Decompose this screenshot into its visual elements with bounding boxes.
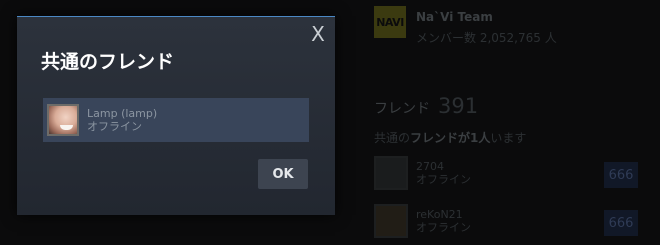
common-suffix: います <box>490 131 527 145</box>
friend-level-badge: 666 <box>604 162 638 188</box>
ok-button[interactable]: OK <box>258 159 308 189</box>
friend-avatar <box>374 156 408 190</box>
friend-status: オフライン <box>416 173 471 186</box>
friend-status: オフライン <box>416 221 471 234</box>
group-member-count: メンバー数 2,052,765 人 <box>416 31 557 45</box>
friend-status: オフライン <box>87 120 142 133</box>
friend-level-badge: 666 <box>604 210 638 236</box>
friend-name: reKoN21 <box>416 208 463 221</box>
friends-label: フレンド <box>374 101 430 117</box>
dialog-title: 共通のフレンド <box>41 51 175 73</box>
friends-header[interactable]: フレンド 391 <box>374 94 478 118</box>
common-friends-line[interactable]: 共通のフレンドが1人います <box>374 129 526 146</box>
friend-avatar <box>374 204 408 238</box>
avatar <box>47 104 79 136</box>
close-icon[interactable]: X <box>309 24 327 44</box>
common-count: フレンドが1人 <box>410 131 491 145</box>
group-name[interactable]: Na`Vi Team <box>416 10 493 24</box>
friend-row[interactable]: reKoN21 オフライン <box>374 204 471 238</box>
friends-count: 391 <box>438 94 479 118</box>
friend-name: Lamp (lamp) <box>87 107 158 120</box>
common-friends-dialog: X 共通のフレンド Lamp (lamp) オフライン OK <box>17 16 335 215</box>
group-logo[interactable]: NAVI <box>374 6 406 38</box>
group-logo-text: NAVI <box>376 15 404 29</box>
friend-name: 2704 <box>416 160 444 173</box>
friend-row[interactable]: 2704 オフライン <box>374 156 471 190</box>
common-prefix: 共通の <box>374 131 411 145</box>
common-friend-item[interactable]: Lamp (lamp) オフライン <box>43 98 309 142</box>
